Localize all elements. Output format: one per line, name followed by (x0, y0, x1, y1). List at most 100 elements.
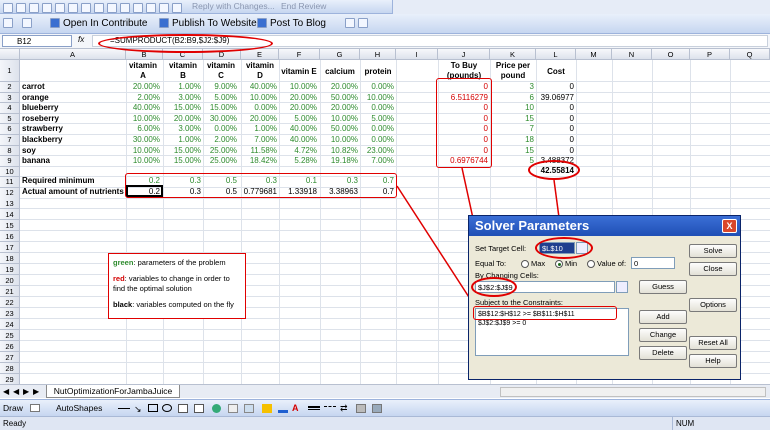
options-button[interactable]: Options (689, 298, 737, 312)
format-icon[interactable] (3, 18, 13, 28)
row-header[interactable]: 17 (0, 242, 20, 253)
column-header[interactable]: G (320, 49, 360, 60)
row-header[interactable]: 25 (0, 330, 20, 341)
shadow-icon[interactable] (356, 404, 366, 413)
blog-icon[interactable] (257, 18, 267, 28)
header-price-1[interactable]: Price per (490, 61, 536, 71)
open-icon[interactable] (16, 3, 26, 13)
value-of-input[interactable]: 0 (631, 257, 675, 269)
sort-icon[interactable] (172, 3, 182, 13)
paste-icon[interactable] (107, 3, 117, 13)
print-icon[interactable] (42, 3, 52, 13)
font-color-icon[interactable]: A (292, 403, 299, 413)
dash-style-icon[interactable] (324, 406, 336, 410)
close-icon[interactable]: X (722, 219, 737, 233)
column-header[interactable]: Q (730, 49, 770, 60)
column-header[interactable]: M (576, 49, 612, 60)
header-price-2[interactable]: pound (490, 71, 536, 81)
undo-icon[interactable] (120, 3, 130, 13)
header-vitamin-d-1[interactable]: vitamin (241, 61, 279, 71)
row-header[interactable]: 2 (0, 82, 20, 93)
fruit-value-cell[interactable]: 10.00% (126, 155, 160, 167)
row-header[interactable]: 7 (0, 135, 20, 146)
header-cost[interactable]: Cost (536, 66, 576, 78)
solve-button[interactable]: Solve (689, 244, 737, 258)
column-header[interactable]: H (360, 49, 396, 60)
header-vitamin-e[interactable]: vitamin E (279, 66, 319, 78)
radio-max-icon[interactable] (521, 260, 529, 269)
guess-button[interactable]: Guess (639, 280, 687, 294)
tab-prev-icon[interactable]: ◀ (13, 387, 19, 396)
row-header[interactable]: 5 (0, 113, 20, 125)
rectangle-icon[interactable] (148, 404, 158, 412)
row-header[interactable]: 19 (0, 264, 20, 275)
row-header[interactable]: 21 (0, 286, 20, 297)
line-color-icon[interactable] (278, 410, 288, 413)
column-header[interactable]: F (279, 49, 320, 60)
row-header[interactable]: 28 (0, 363, 20, 374)
picture-icon[interactable] (244, 404, 254, 413)
add-button[interactable]: Add (639, 310, 687, 324)
link-icon[interactable] (146, 3, 156, 13)
spell-icon[interactable] (68, 3, 78, 13)
copy-icon[interactable] (94, 3, 104, 13)
arrow-icon[interactable]: ↘ (134, 404, 142, 415)
fruit-value-cell[interactable]: 5 (490, 155, 534, 167)
row-header[interactable]: 14 (0, 209, 20, 220)
arrow-style-icon[interactable]: ⇄ (340, 403, 348, 414)
fruit-value-cell[interactable]: 25.00% (203, 155, 237, 167)
clear-icon[interactable] (22, 18, 32, 28)
sheet-tab-active[interactable]: NutOptimizationForJambaJuice (46, 385, 180, 398)
header-vitamin-a-2[interactable]: A (126, 71, 160, 81)
tab-next-icon[interactable]: ▶ (23, 387, 29, 396)
cut-icon[interactable] (81, 3, 91, 13)
header-to-buy-1[interactable]: To Buy (438, 61, 490, 71)
help-button[interactable]: Help (689, 354, 737, 368)
radio-min-icon[interactable] (555, 260, 563, 269)
fruit-value-cell[interactable]: 15.00% (163, 155, 201, 167)
row-header[interactable]: 10 (0, 166, 20, 178)
line-style-icon[interactable] (308, 406, 320, 410)
horizontal-scrollbar[interactable] (500, 387, 766, 397)
redo-icon[interactable] (133, 3, 143, 13)
autoshapes-button[interactable]: AutoShapes (56, 403, 102, 413)
row-header[interactable]: 13 (0, 198, 20, 209)
reply-with-changes-button[interactable]: Reply with Changes... (192, 1, 275, 11)
end-review-button[interactable]: End Review (281, 1, 326, 11)
row-header[interactable]: 9 (0, 156, 20, 167)
column-header[interactable]: J (438, 49, 490, 60)
oval-icon[interactable] (162, 404, 172, 412)
sum-icon[interactable] (159, 3, 169, 13)
header-vitamin-c-1[interactable]: vitamin (203, 61, 239, 71)
radio-value-of[interactable]: Value of: (587, 259, 626, 269)
draw-menu-button[interactable]: Draw (3, 403, 23, 413)
fruit-value-cell[interactable]: 7.00% (360, 155, 394, 167)
textbox-icon[interactable] (178, 404, 188, 413)
constraint-item[interactable]: $J$2:$J$9 >= 0 (478, 320, 526, 327)
contribute-icon[interactable] (50, 18, 60, 28)
publish-icon[interactable] (159, 18, 169, 28)
select-objects-icon[interactable] (30, 404, 40, 412)
row-header[interactable]: 18 (0, 253, 20, 264)
row-header[interactable]: 24 (0, 319, 20, 330)
row-header[interactable]: 11 (0, 177, 20, 188)
new-icon[interactable] (3, 3, 13, 13)
fruit-value-cell[interactable]: 18.42% (241, 155, 277, 167)
row-header[interactable]: 15 (0, 220, 20, 231)
row-header[interactable]: 4 (0, 103, 20, 114)
clipart-icon[interactable] (228, 404, 238, 413)
post-to-blog-button[interactable]: Post To Blog (270, 18, 326, 29)
row-header[interactable]: 20 (0, 275, 20, 286)
preview-icon[interactable] (55, 3, 65, 13)
tab-last-icon[interactable]: ▶ (33, 387, 39, 396)
diagram-icon[interactable] (212, 404, 221, 413)
3d-icon[interactable] (372, 404, 382, 413)
wordart-icon[interactable] (194, 404, 204, 413)
row-header[interactable]: 22 (0, 297, 20, 308)
row-header[interactable]: 23 (0, 308, 20, 319)
name-box[interactable]: B12 (2, 35, 72, 47)
column-header[interactable]: K (490, 49, 536, 60)
contribute-settings-icon[interactable] (345, 18, 355, 28)
select-all-corner[interactable] (0, 49, 20, 60)
fruit-name-cell[interactable]: banana (22, 155, 122, 167)
